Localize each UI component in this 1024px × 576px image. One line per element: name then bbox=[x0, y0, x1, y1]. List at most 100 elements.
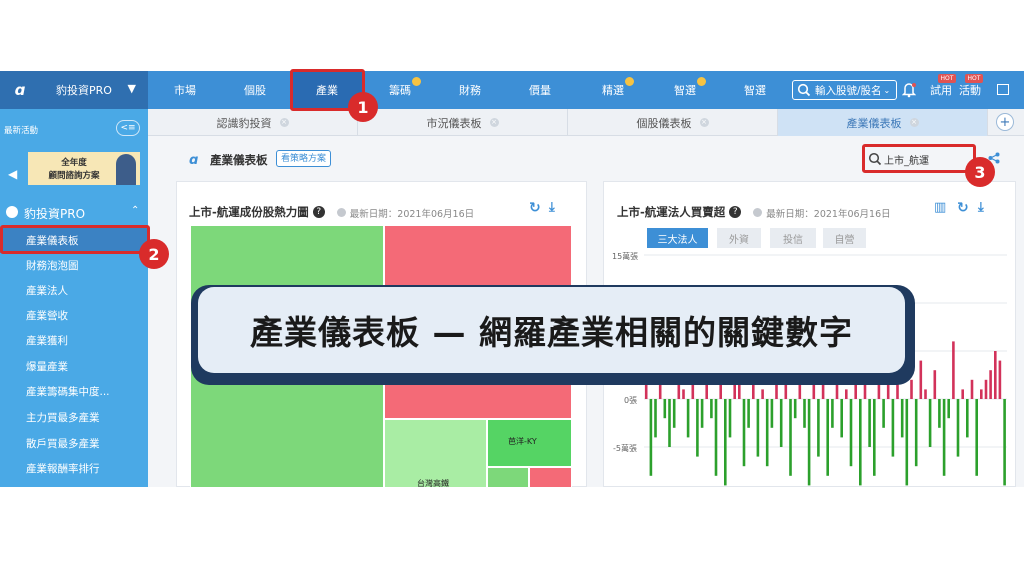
collapse-sidebar-button[interactable]: <≡ bbox=[116, 120, 140, 136]
product-switcher[interactable]: 豹投資PRO ▼ bbox=[40, 71, 148, 109]
bar-mark[interactable] bbox=[924, 389, 927, 399]
bar-mark[interactable] bbox=[756, 399, 760, 457]
bar-mark[interactable] bbox=[942, 399, 946, 476]
nav-chips[interactable]: 籌碼 bbox=[375, 71, 425, 109]
bar-mark[interactable] bbox=[682, 389, 685, 399]
bar-mark[interactable] bbox=[970, 379, 974, 399]
help-icon[interactable]: ? bbox=[312, 205, 325, 218]
bar-mark[interactable] bbox=[975, 399, 978, 476]
sidebar-item-finance-bubble[interactable]: 財務泡泡圖 bbox=[0, 253, 148, 278]
close-icon[interactable]: × bbox=[489, 118, 499, 127]
strategy-plan-button[interactable]: 看策略方案 bbox=[276, 150, 332, 167]
add-tab-button[interactable]: + bbox=[996, 113, 1014, 131]
nav-smart-pick[interactable]: 智選 bbox=[660, 71, 710, 109]
stock-search-input[interactable]: 輸入股號/股名 ⌄ bbox=[792, 80, 897, 100]
bar-mark[interactable] bbox=[663, 399, 667, 419]
bar-mark[interactable] bbox=[747, 399, 750, 428]
bar-mark[interactable] bbox=[859, 399, 862, 486]
bar-mark[interactable] bbox=[840, 399, 843, 438]
bar-mark[interactable] bbox=[938, 399, 941, 428]
bar-mark[interactable] bbox=[984, 379, 988, 399]
bar-mark[interactable] bbox=[714, 399, 718, 476]
tab-market-dashboard[interactable]: 市況儀表板 × bbox=[358, 109, 568, 136]
bar-mark[interactable] bbox=[947, 399, 950, 419]
nav-finance[interactable]: 財務 bbox=[445, 71, 495, 109]
bar-mark[interactable] bbox=[700, 399, 704, 428]
bar-mark[interactable] bbox=[826, 399, 829, 476]
nav-stock[interactable]: 個股 bbox=[230, 71, 280, 109]
bar-mark[interactable] bbox=[789, 399, 792, 476]
bar-mark[interactable] bbox=[793, 399, 797, 419]
sidebar-item-main-force-buy[interactable]: 主力買最多產業 bbox=[0, 405, 148, 430]
bar-mark[interactable] bbox=[956, 399, 960, 457]
bar-mark[interactable] bbox=[686, 399, 690, 438]
bar-mark[interactable] bbox=[728, 399, 732, 438]
trial-link[interactable]: 試用 bbox=[926, 71, 956, 109]
nav-market[interactable]: 市場 bbox=[160, 71, 210, 109]
bar-mark[interactable] bbox=[952, 341, 955, 399]
bar-mark[interactable] bbox=[910, 379, 913, 399]
bell-icon[interactable] bbox=[902, 82, 916, 98]
bar-mark[interactable] bbox=[849, 399, 853, 467]
bar-mark[interactable] bbox=[831, 399, 834, 428]
chevron-up-icon[interactable]: ⌃ bbox=[131, 205, 139, 216]
bar-mark[interactable] bbox=[770, 399, 774, 428]
bar-mark[interactable] bbox=[961, 389, 964, 399]
bar-mark[interactable] bbox=[882, 399, 885, 428]
sidebar-item-industry-profit[interactable]: 產業獲利 bbox=[0, 328, 148, 353]
bar-mark[interactable] bbox=[654, 399, 657, 438]
bar-mark[interactable] bbox=[980, 389, 983, 399]
bar-mark[interactable] bbox=[900, 399, 904, 438]
bar-mark[interactable] bbox=[989, 370, 992, 399]
nav-smart-pick-2[interactable]: 智選 bbox=[730, 71, 780, 109]
bar-mark[interactable] bbox=[779, 399, 783, 447]
sidebar-item-industry-revenue[interactable]: 產業營收 bbox=[0, 303, 148, 328]
bar-mark[interactable] bbox=[905, 399, 909, 486]
nav-price-volume[interactable]: 價量 bbox=[515, 71, 565, 109]
bar-mark[interactable] bbox=[966, 399, 969, 438]
sidebar-item-retail-buy[interactable]: 散戶買最多產業 bbox=[0, 431, 148, 456]
sidebar-section-title[interactable]: 豹投資PRO bbox=[24, 205, 85, 222]
tab-industry-dashboard[interactable]: 產業儀表板 × bbox=[778, 109, 988, 136]
bar-mark[interactable] bbox=[873, 399, 876, 476]
sidebar-item-volume-surge[interactable]: 爆量產業 bbox=[0, 354, 148, 379]
heatmap-tile[interactable] bbox=[487, 467, 529, 487]
sidebar-item-industry-institutions[interactable]: 產業法人 bbox=[0, 278, 148, 303]
close-icon[interactable]: × bbox=[699, 118, 709, 127]
logo-icon[interactable]: ɑ bbox=[0, 71, 40, 109]
bar-mark[interactable] bbox=[891, 399, 895, 457]
bar-mark[interactable] bbox=[724, 399, 727, 486]
bar-mark[interactable] bbox=[761, 389, 764, 399]
bar-mark[interactable] bbox=[998, 360, 1002, 399]
bar-mark[interactable] bbox=[672, 399, 676, 428]
bar-mark[interactable] bbox=[742, 399, 746, 467]
bar-mark[interactable] bbox=[807, 399, 811, 486]
bar-mark[interactable] bbox=[919, 360, 923, 399]
bar-mark[interactable] bbox=[710, 399, 713, 419]
window-icon[interactable] bbox=[997, 84, 1009, 95]
bar-mark[interactable] bbox=[649, 399, 653, 476]
bar-mark[interactable] bbox=[817, 399, 820, 457]
close-icon[interactable]: × bbox=[909, 118, 919, 127]
heatmap-tile[interactable]: 台灣高鐵 bbox=[384, 419, 487, 487]
close-icon[interactable]: × bbox=[279, 118, 289, 127]
bar-mark[interactable] bbox=[696, 399, 699, 457]
promo-banner[interactable]: 全年度 顧問諮詢方案 bbox=[28, 152, 140, 185]
heatmap-tile[interactable]: 芭洋-KY bbox=[487, 419, 572, 467]
bar-mark[interactable] bbox=[765, 399, 769, 467]
bar-mark[interactable] bbox=[914, 399, 918, 467]
bar-mark[interactable] bbox=[868, 399, 871, 447]
sidebar-item-chip-concentration[interactable]: 產業籌碼集中度... bbox=[0, 379, 148, 404]
sidebar-item-return-ranking[interactable]: 產業報酬率排行 bbox=[0, 456, 148, 481]
bar-mark[interactable] bbox=[845, 389, 848, 399]
bar-mark[interactable] bbox=[994, 351, 997, 399]
nav-featured[interactable]: 精選 bbox=[588, 71, 638, 109]
bar-mark[interactable] bbox=[933, 370, 937, 399]
bar-mark[interactable] bbox=[668, 399, 671, 447]
bar-mark[interactable] bbox=[928, 399, 932, 447]
bar-mark[interactable] bbox=[803, 399, 806, 428]
tab-intro[interactable]: 認識豹投資 × bbox=[148, 109, 358, 136]
activity-link[interactable]: 活動 bbox=[955, 71, 985, 109]
refresh-icon[interactable]: ↻ bbox=[529, 200, 541, 216]
tab-stock-dashboard[interactable]: 個股儀表板 × bbox=[568, 109, 778, 136]
